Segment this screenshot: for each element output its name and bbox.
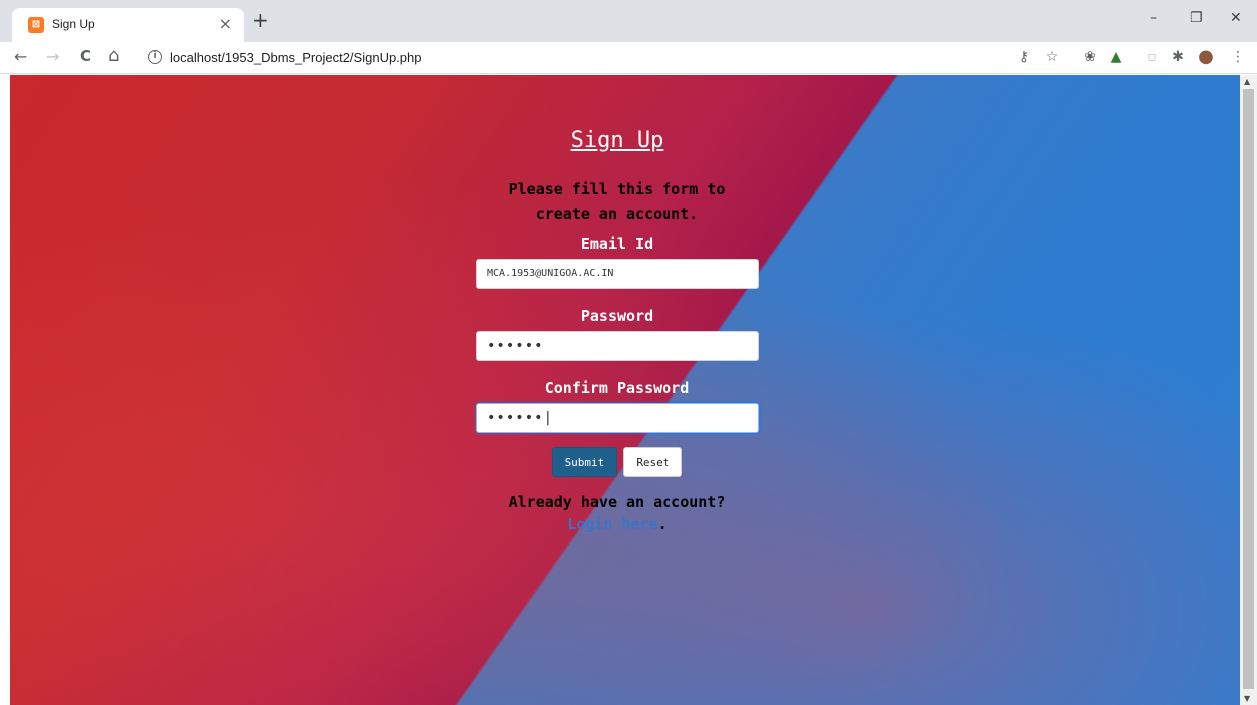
browser-tabstrip: ⊠ Sign Up × + – ❐ ✕ bbox=[0, 0, 1257, 42]
browser-tab[interactable]: ⊠ Sign Up × bbox=[12, 8, 244, 42]
xampp-favicon-icon: ⊠ bbox=[28, 17, 44, 33]
page-title: Sign Up bbox=[570, 128, 664, 153]
instructions-line-2: create an account. bbox=[535, 205, 699, 223]
email-field[interactable]: MCA.1953@UNIGOA.AC.IN bbox=[476, 259, 759, 289]
form-buttons: Submit Reset bbox=[476, 447, 758, 479]
browser-toolbar: ← → C ⌂ i localhost/1953_Dbms_Project2/S… bbox=[0, 42, 1257, 74]
bookmark-star-icon[interactable]: ☆ bbox=[1044, 49, 1060, 65]
password-field[interactable]: •••••• bbox=[476, 331, 759, 361]
minimize-button[interactable]: – bbox=[1150, 10, 1157, 26]
page-scrollbar[interactable]: ▲ ▼ bbox=[1240, 75, 1257, 705]
extension-bug-icon[interactable]: ❀ bbox=[1082, 49, 1098, 65]
site-info-icon[interactable]: i bbox=[148, 50, 162, 64]
scroll-thumb[interactable] bbox=[1243, 89, 1254, 689]
extension-blank-icon[interactable]: ▫ bbox=[1144, 49, 1160, 65]
extension-tree-icon[interactable]: ▲ bbox=[1108, 49, 1124, 65]
confirm-password-label: Confirm Password bbox=[544, 379, 690, 397]
extensions-puzzle-icon[interactable]: ✱ bbox=[1170, 49, 1186, 65]
reload-icon[interactable]: C bbox=[80, 47, 91, 65]
password-key-icon[interactable]: ⚷ bbox=[1016, 49, 1032, 65]
submit-button[interactable]: Submit bbox=[551, 447, 618, 477]
tab-title: Sign Up bbox=[52, 17, 95, 31]
maximize-button[interactable]: ❐ bbox=[1190, 10, 1203, 26]
confirm-password-field[interactable]: ••••••| bbox=[476, 403, 759, 433]
back-icon[interactable]: ← bbox=[14, 47, 27, 66]
home-icon[interactable]: ⌂ bbox=[108, 45, 119, 66]
window-close-button[interactable]: ✕ bbox=[1230, 10, 1242, 26]
menu-kebab-icon[interactable]: ⋮ bbox=[1230, 49, 1246, 65]
tab-close-icon[interactable]: × bbox=[219, 14, 232, 33]
password-label: Password bbox=[580, 307, 654, 325]
new-tab-button[interactable]: + bbox=[252, 10, 269, 30]
login-line: Login here. bbox=[476, 513, 758, 535]
email-label: Email Id bbox=[580, 235, 654, 253]
url-text[interactable]: localhost/1953_Dbms_Project2/SignUp.php bbox=[170, 50, 422, 65]
instructions-line-1: Please fill this form to bbox=[508, 180, 726, 198]
login-link[interactable]: Login here bbox=[567, 515, 657, 533]
form-instructions: Please fill this form to create an accou… bbox=[476, 177, 758, 227]
scroll-down-icon[interactable]: ▼ bbox=[1244, 694, 1250, 703]
forward-icon[interactable]: → bbox=[46, 47, 59, 66]
login-suffix: . bbox=[657, 515, 667, 533]
scroll-up-icon[interactable]: ▲ bbox=[1244, 77, 1250, 86]
signup-form: Sign Up Please fill this form to create … bbox=[476, 120, 759, 535]
address-bar[interactable]: i localhost/1953_Dbms_Project2/SignUp.ph… bbox=[138, 45, 998, 71]
reset-button[interactable]: Reset bbox=[623, 447, 683, 477]
profile-avatar-icon[interactable]: ● bbox=[1198, 48, 1214, 66]
already-account-text: Already have an account? bbox=[508, 493, 726, 511]
